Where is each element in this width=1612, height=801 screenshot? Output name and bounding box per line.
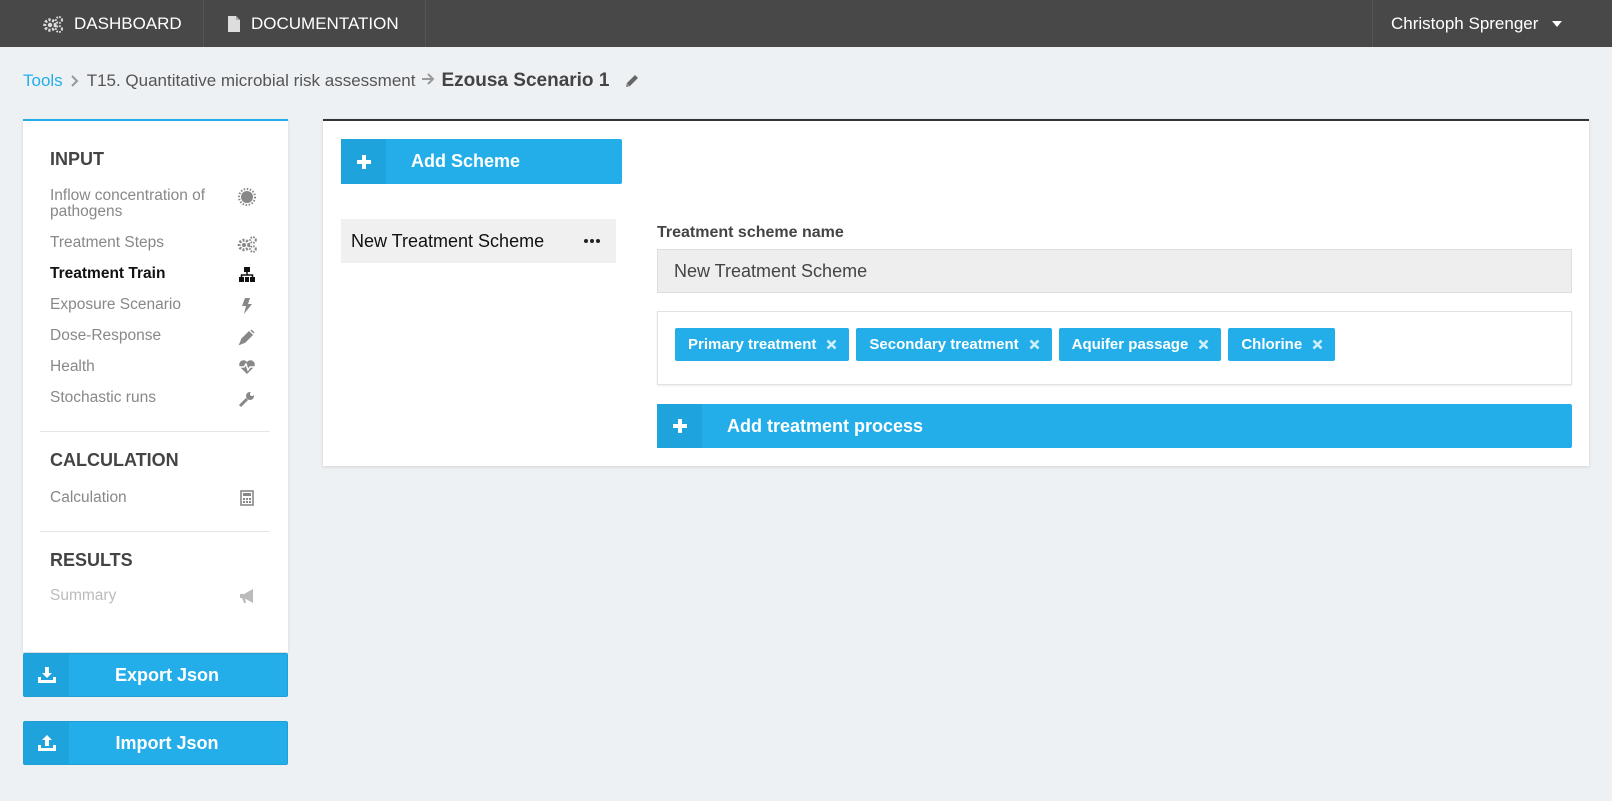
sidebar-item-treatment-steps[interactable]: Treatment Steps (50, 235, 258, 253)
treatment-process-tags: Primary treatment Secondary treatment Aq… (657, 311, 1572, 385)
pencil-icon[interactable] (623, 72, 641, 90)
tag-aquifer-passage[interactable]: Aquifer passage (1058, 328, 1222, 361)
user-name: Christoph Sprenger (1391, 13, 1539, 33)
sidebar-item-stochastic-runs[interactable]: Stochastic runs (50, 390, 258, 408)
section-title-input: INPUT (50, 149, 104, 169)
sidebar-item-summary[interactable]: Summary (50, 588, 258, 604)
gears-icon (42, 15, 64, 33)
syringe-icon (236, 328, 258, 346)
tag-primary-treatment[interactable]: Primary treatment (675, 328, 850, 361)
breadcrumb-tools-link[interactable]: Tools (23, 71, 63, 91)
sitemap-icon (236, 266, 258, 284)
scheme-name: New Treatment Scheme (351, 230, 545, 251)
section-title-results: RESULTS (50, 550, 133, 570)
tag-secondary-treatment[interactable]: Secondary treatment (856, 328, 1052, 361)
wrench-icon (236, 390, 258, 408)
nav-documentation-label: DOCUMENTATION (251, 13, 399, 33)
plus-icon (341, 139, 386, 184)
top-navbar: DASHBOARD DOCUMENTATION Christoph Spreng… (0, 0, 1612, 47)
user-menu[interactable]: Christoph Sprenger (1372, 0, 1612, 47)
sidebar-item-health[interactable]: Health (50, 359, 258, 375)
caret-down-icon (1552, 20, 1563, 27)
remove-tag-icon[interactable] (826, 339, 837, 350)
sidebar-item-inflow-concentration[interactable]: Inflow concentration of pathogens (50, 188, 258, 220)
sidebar-divider (40, 531, 270, 532)
scheme-name-input[interactable] (657, 249, 1572, 293)
arrow-right-icon (421, 72, 435, 90)
remove-tag-icon[interactable] (1312, 339, 1323, 350)
breadcrumb: Tools T15. Quantitative microbial risk a… (23, 68, 641, 94)
remove-tag-icon[interactable] (1029, 339, 1040, 350)
add-treatment-process-label: Add treatment process (727, 415, 924, 436)
remove-tag-icon[interactable] (1198, 339, 1209, 350)
calculator-icon (236, 490, 258, 506)
sidebar-item-dose-response[interactable]: Dose-Response (50, 328, 258, 346)
bullhorn-icon (236, 588, 258, 604)
more-options-icon[interactable] (584, 239, 600, 243)
import-json-button[interactable]: Import Json (23, 721, 288, 765)
sidebar-item-label: Calculation (50, 489, 127, 506)
upload-icon (24, 722, 69, 764)
heartbeat-icon (236, 359, 258, 375)
sidebar-item-label: Exposure Scenario (50, 296, 181, 313)
export-json-button[interactable]: Export Json (23, 653, 288, 697)
virus-icon (236, 188, 258, 206)
sidebar-item-calculation[interactable]: Calculation (50, 490, 258, 506)
sidebar-item-label: Treatment Train (50, 265, 166, 282)
tag-label: Secondary treatment (869, 336, 1019, 353)
section-title-calculation: CALCULATION (50, 450, 179, 470)
export-json-label: Export Json (114, 664, 220, 685)
nav-dashboard-label: DASHBOARD (74, 13, 182, 33)
sidebar-divider (40, 431, 270, 432)
tag-label: Chlorine (1241, 336, 1303, 353)
sidebar-item-label: Stochastic runs (50, 389, 156, 406)
chevron-right-icon (70, 75, 80, 87)
sidebar-item-exposure-scenario[interactable]: Exposure Scenario (50, 297, 258, 315)
scheme-name-label: Treatment scheme name (657, 224, 844, 241)
tag-label: Aquifer passage (1071, 336, 1189, 353)
add-scheme-button[interactable]: Add Scheme (341, 139, 622, 184)
sidebar-panel: INPUT Inflow concentration of pathogens … (23, 119, 288, 652)
plus-icon (657, 404, 702, 448)
nav-documentation[interactable]: DOCUMENTATION (204, 0, 426, 47)
sidebar-item-label: Inflow concentration of pathogens (50, 187, 206, 220)
breadcrumb-tool[interactable]: T15. Quantitative microbial risk assessm… (87, 71, 416, 91)
nav-dashboard[interactable]: DASHBOARD (28, 0, 204, 47)
page-title: Ezousa Scenario 1 (441, 70, 610, 91)
add-treatment-process-button[interactable]: Add treatment process (657, 404, 1572, 448)
sidebar-item-label: Treatment Steps (50, 234, 165, 251)
gears-icon (236, 235, 258, 253)
add-scheme-label: Add Scheme (411, 151, 521, 171)
download-icon (24, 654, 69, 696)
sidebar-item-label: Summary (50, 587, 117, 604)
main-panel: Add Scheme New Treatment Scheme Treatmen… (323, 119, 1589, 466)
tag-label: Primary treatment (688, 336, 817, 353)
sidebar-item-label: Health (50, 358, 95, 375)
import-json-label: Import Json (115, 732, 219, 753)
sidebar-item-treatment-train[interactable]: Treatment Train (50, 266, 258, 284)
scheme-list-item[interactable]: New Treatment Scheme (341, 219, 616, 263)
document-icon (227, 15, 241, 33)
tag-chlorine[interactable]: Chlorine (1228, 328, 1336, 361)
bolt-icon (236, 297, 258, 315)
sidebar-item-label: Dose-Response (50, 327, 162, 344)
